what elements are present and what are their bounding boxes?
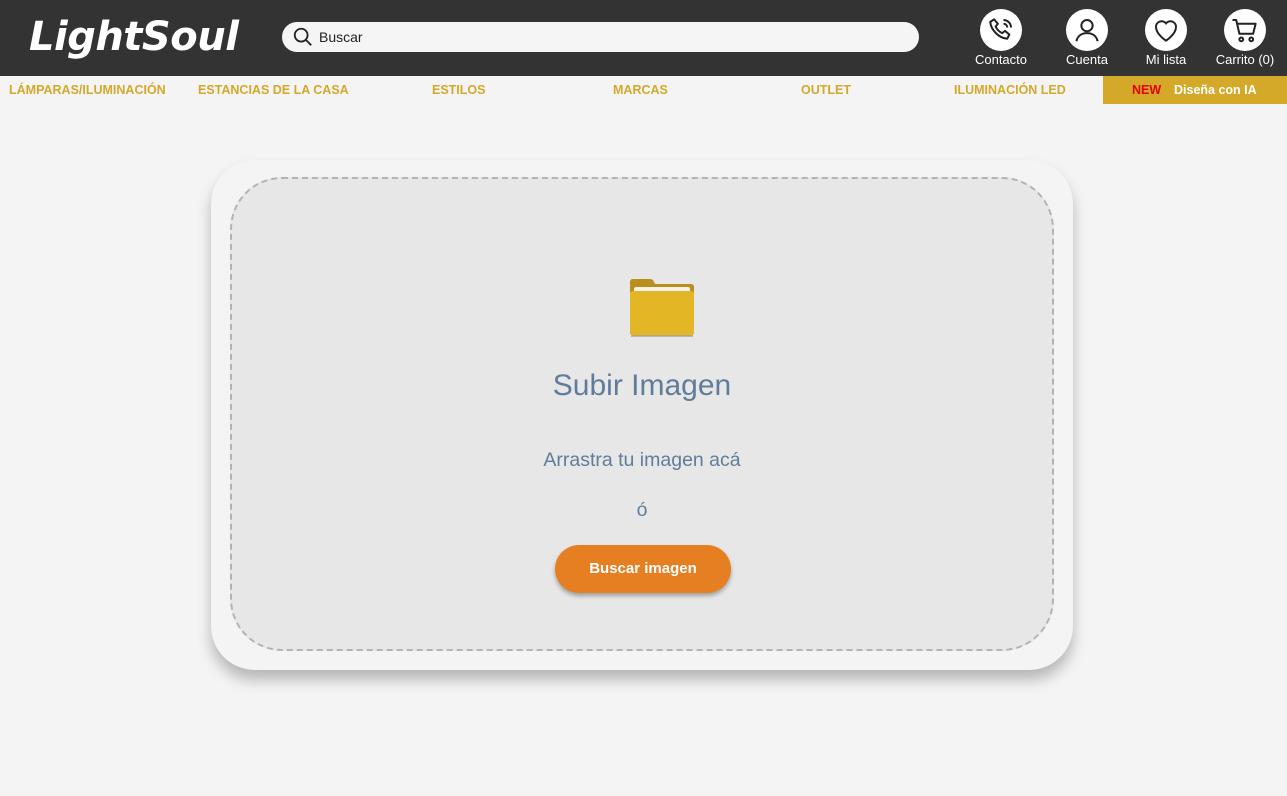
nav-item-ia-design[interactable]: NEW Diseña con IA xyxy=(1103,76,1287,104)
contact-label: Contacto xyxy=(974,52,1028,67)
upload-card: Subir Imagen Arrastra tu imagen acá ó Bu… xyxy=(211,160,1073,670)
category-nav: LÁMPARAS/ILUMINACIÓN ESTANCIAS DE LA CAS… xyxy=(0,76,1287,104)
user-icon xyxy=(1075,19,1099,42)
cart-button[interactable]: Carrito (0) xyxy=(1200,9,1287,67)
search-input[interactable] xyxy=(319,29,899,45)
folder-icon xyxy=(630,279,694,337)
upload-instruction: Arrastra tu imagen acá xyxy=(543,449,741,471)
phone-icon xyxy=(989,18,1012,40)
search-icon xyxy=(293,27,312,46)
upload-title: Subir Imagen xyxy=(552,369,732,402)
nav-item-led[interactable]: ILUMINACIÓN LED xyxy=(954,76,1066,104)
search-bar[interactable] xyxy=(282,22,919,52)
new-badge: NEW xyxy=(1132,83,1162,97)
ia-design-label: Diseña con IA xyxy=(1174,83,1257,97)
image-dropzone[interactable]: Subir Imagen Arrastra tu imagen acá ó Bu… xyxy=(230,177,1054,651)
nav-item-estancias[interactable]: ESTANCIAS DE LA CASA xyxy=(198,76,349,104)
account-label: Cuenta xyxy=(1066,52,1108,67)
or-separator: ó xyxy=(636,499,648,521)
brand-logo[interactable]: LightSoul xyxy=(29,12,239,62)
wishlist-button[interactable]: Mi lista xyxy=(1121,9,1211,67)
top-header: LightSoul Contacto Cuenta Mi list xyxy=(0,0,1287,76)
wishlist-label: Mi lista xyxy=(1145,52,1187,67)
account-button[interactable]: Cuenta xyxy=(1042,9,1132,67)
nav-item-lamparas[interactable]: LÁMPARAS/ILUMINACIÓN xyxy=(9,76,166,104)
cart-label: Carrito (0) xyxy=(1215,52,1275,67)
nav-item-marcas[interactable]: MARCAS xyxy=(613,76,668,104)
nav-item-outlet[interactable]: OUTLET xyxy=(801,76,851,104)
heart-icon xyxy=(1154,20,1178,42)
browse-image-button[interactable]: Buscar imagen xyxy=(555,545,731,593)
contact-button[interactable]: Contacto xyxy=(956,9,1046,67)
cart-icon xyxy=(1232,19,1257,43)
nav-item-estilos[interactable]: ESTILOS xyxy=(432,76,485,104)
